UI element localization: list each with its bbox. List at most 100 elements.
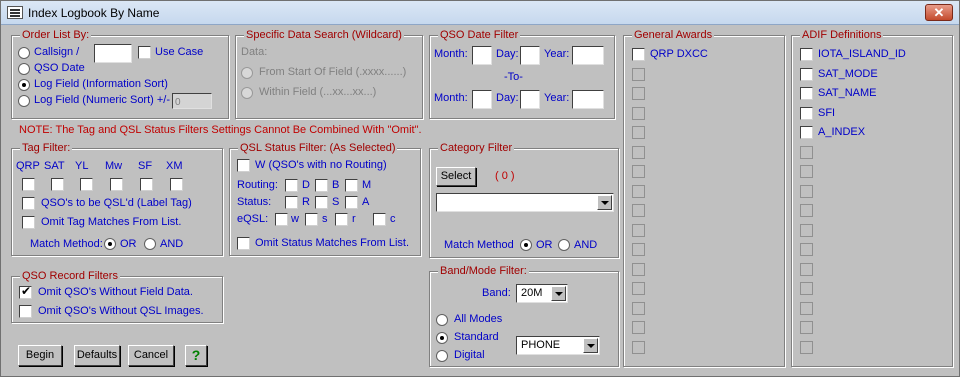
digital-radio[interactable] (436, 350, 448, 362)
tag-sf-checkbox[interactable] (140, 178, 153, 191)
status-s-checkbox[interactable] (315, 196, 328, 209)
routing-b-checkbox[interactable] (315, 179, 328, 192)
mode-dropdown[interactable]: PHONE (516, 336, 600, 355)
award-checkbox[interactable] (632, 146, 645, 159)
adif-checkbox[interactable] (800, 282, 813, 295)
tag-label-sf: SF (138, 160, 153, 172)
callsign-radio[interactable] (18, 47, 30, 59)
award-checkbox[interactable] (632, 224, 645, 237)
tag-yl-checkbox[interactable] (80, 178, 93, 191)
status-r-label: R (302, 196, 310, 208)
award-checkbox[interactable] (632, 165, 645, 178)
tag-xm-checkbox[interactable] (170, 178, 183, 191)
tag-and-radio[interactable] (144, 238, 156, 250)
adif-checkbox[interactable] (800, 48, 813, 61)
cancel-button[interactable]: Cancel (128, 345, 174, 366)
chevron-down-icon[interactable] (551, 286, 566, 301)
standard-radio[interactable] (436, 332, 448, 344)
adif-checkbox[interactable] (800, 341, 813, 354)
adif-checkbox[interactable] (800, 204, 813, 217)
from-month-input[interactable] (472, 46, 492, 65)
to-year-input[interactable] (572, 90, 604, 109)
category-dropdown[interactable] (436, 193, 614, 212)
within-field-radio[interactable] (241, 87, 253, 99)
award-checkbox[interactable] (632, 341, 645, 354)
to-day-input[interactable] (520, 90, 540, 109)
adif-checkbox[interactable] (800, 185, 813, 198)
adif-checkbox[interactable] (800, 107, 813, 120)
band-dropdown[interactable]: 20M (516, 284, 568, 303)
adif-checkbox[interactable] (800, 68, 813, 81)
band-mode-group: Band/Mode Filter: Band: 20M All Modes St… (429, 265, 619, 367)
eqsl-r-checkbox[interactable] (335, 213, 348, 226)
award-checkbox[interactable] (632, 282, 645, 295)
close-button[interactable]: ✕ (925, 4, 953, 21)
award-checkbox[interactable] (632, 243, 645, 256)
award-checkbox[interactable] (632, 68, 645, 81)
award-checkbox[interactable] (632, 204, 645, 217)
logbook-icon (7, 6, 23, 19)
adif-checkbox[interactable] (800, 126, 813, 139)
omit-status-checkbox[interactable] (237, 237, 250, 250)
chevron-down-icon[interactable] (597, 195, 612, 210)
to-month-input[interactable] (472, 90, 492, 109)
award-checkbox[interactable] (632, 263, 645, 276)
all-modes-radio[interactable] (436, 314, 448, 326)
qso-date-radio[interactable] (18, 63, 30, 75)
help-icon[interactable]: ? (185, 345, 207, 366)
adif-checkbox[interactable] (800, 321, 813, 334)
routing-m-checkbox[interactable] (345, 179, 358, 192)
omit-tag-label: Omit Tag Matches From List. (41, 216, 182, 228)
band-value: 20M (521, 287, 543, 299)
callsign-label: Callsign / (34, 46, 80, 58)
no-routing-label: W (QSO's with no Routing) (255, 159, 387, 171)
category-select-button[interactable]: Select (436, 167, 476, 186)
log-field-info-radio[interactable] (18, 79, 30, 91)
adif-checkbox[interactable] (800, 263, 813, 276)
routing-d-checkbox[interactable] (285, 179, 298, 192)
category-or-radio[interactable] (520, 239, 532, 251)
award-checkbox[interactable] (632, 321, 645, 334)
from-year-input[interactable] (572, 46, 604, 65)
numeric-offset-input[interactable]: 0 (172, 93, 212, 109)
log-field-numeric-radio[interactable] (18, 95, 30, 107)
adif-checkbox[interactable] (800, 224, 813, 237)
award-checkbox[interactable] (632, 107, 645, 120)
award-checkbox[interactable] (632, 302, 645, 315)
chevron-down-icon[interactable] (583, 338, 598, 353)
award-checkbox[interactable] (632, 87, 645, 100)
use-case-checkbox[interactable] (138, 46, 151, 59)
award-checkbox[interactable] (632, 185, 645, 198)
dialog-client: Order List By: Callsign / Use Case QSO D… (5, 27, 955, 372)
award-checkbox[interactable] (632, 48, 645, 61)
adif-checkbox[interactable] (800, 165, 813, 178)
adif-checkbox[interactable] (800, 302, 813, 315)
omit-tag-checkbox[interactable] (22, 216, 35, 229)
title-bar: Index Logbook By Name ✕ (1, 1, 959, 25)
category-and-radio[interactable] (558, 239, 570, 251)
from-day-input[interactable] (520, 46, 540, 65)
tag-or-radio[interactable] (104, 238, 116, 250)
callsign-length-input[interactable] (94, 44, 132, 63)
eqsl-s-checkbox[interactable] (305, 213, 318, 226)
status-r-checkbox[interactable] (285, 196, 298, 209)
omit-field-data-checkbox[interactable] (19, 284, 32, 299)
omit-qsl-images-checkbox[interactable] (19, 305, 32, 318)
status-a-checkbox[interactable] (345, 196, 358, 209)
tag-sat-checkbox[interactable] (51, 178, 64, 191)
eqsl-c-checkbox[interactable] (373, 213, 386, 226)
adif-checkbox[interactable] (800, 243, 813, 256)
begin-button[interactable]: Begin (18, 345, 62, 366)
from-start-radio[interactable] (241, 67, 253, 79)
data-label: Data: (241, 46, 268, 58)
adif-checkbox[interactable] (800, 87, 813, 100)
award-checkbox[interactable] (632, 126, 645, 139)
label-tag-checkbox[interactable] (22, 197, 35, 210)
tag-mw-checkbox[interactable] (110, 178, 123, 191)
defaults-button[interactable]: Defaults (74, 345, 120, 366)
tag-qrp-checkbox[interactable] (22, 178, 35, 191)
eqsl-w-checkbox[interactable] (275, 213, 288, 226)
no-routing-checkbox[interactable] (237, 159, 250, 172)
label-tag-label: QSO's to be QSL'd (Label Tag) (41, 197, 192, 209)
adif-checkbox[interactable] (800, 146, 813, 159)
